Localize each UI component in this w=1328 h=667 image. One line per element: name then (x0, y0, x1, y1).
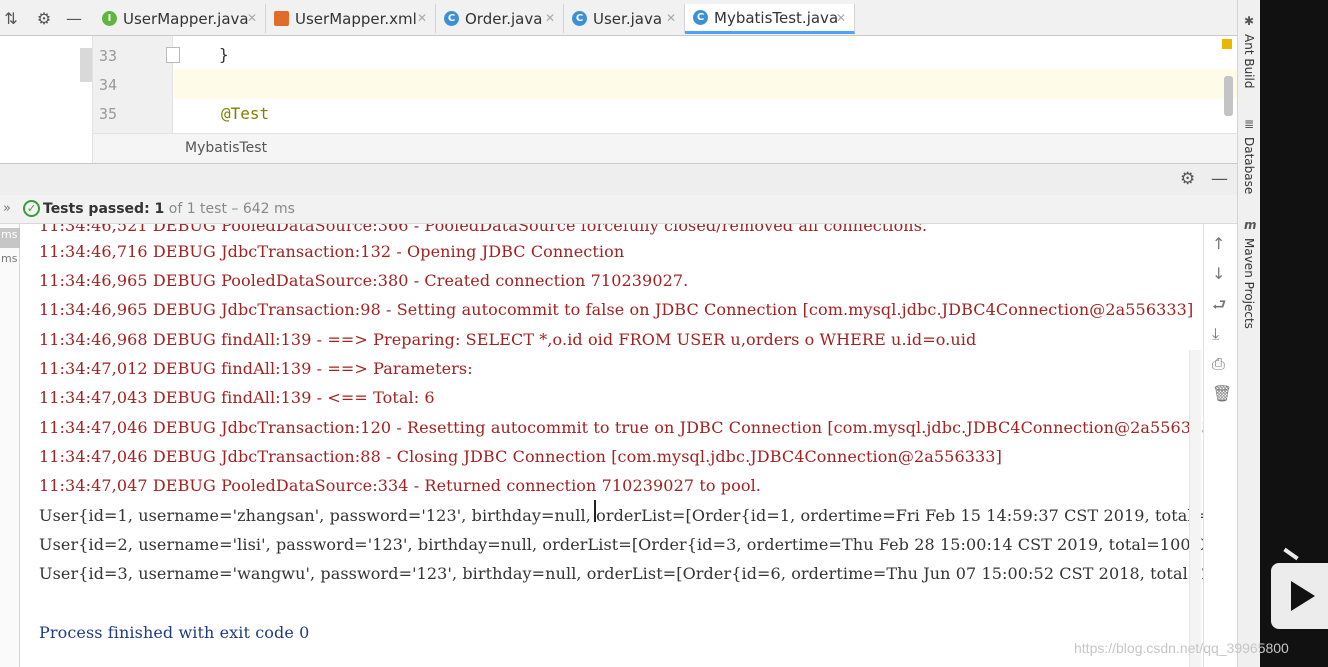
check-icon: ✓ (23, 200, 40, 217)
tab-label: UserMapper.java (123, 9, 249, 28)
close-icon[interactable]: ✕ (417, 11, 427, 25)
ant-icon: ✱ (1244, 14, 1255, 28)
test-tree: ms ms (0, 224, 20, 667)
console-output-line: User{id=3, username='wangwu', password='… (39, 564, 1203, 583)
test-status-text: Tests passed: 1 of 1 test – 642 ms (43, 201, 295, 217)
text-cursor (594, 500, 596, 522)
class-icon: C (444, 11, 459, 26)
status-strong: Tests passed: (43, 201, 155, 217)
console-log-line: 11:34:46,965 DEBUG PooledDataSource:380 … (39, 271, 689, 290)
tab-mybatistest-java[interactable]: C MybatisTest.java ✕ (685, 4, 855, 34)
maven-projects-tab[interactable]: Maven Projects (1242, 238, 1256, 329)
console-log-line: 11:34:47,047 DEBUG PooledDataSource:334 … (39, 476, 761, 495)
warning-marker-icon[interactable] (1222, 39, 1232, 49)
code-editor[interactable]: 33 34 35 } @Test MybatisTest (0, 36, 1237, 163)
console-scrollbar[interactable] (1189, 350, 1201, 667)
tab-order-java[interactable]: C Order.java ✕ (436, 4, 564, 33)
close-icon[interactable]: ✕ (666, 11, 676, 25)
class-icon: C (572, 11, 587, 26)
tab-label: Order.java (465, 9, 543, 28)
interface-icon: I (102, 11, 117, 26)
close-icon[interactable]: ✕ (545, 11, 555, 25)
xml-file-icon (274, 11, 289, 26)
console-log-line: 11:34:47,012 DEBUG findAll:139 - ==> Par… (39, 359, 473, 378)
pane-scroll-thumb[interactable] (80, 48, 92, 82)
breadcrumb: MybatisTest (93, 133, 1237, 163)
status-count: 1 (154, 201, 165, 217)
print-icon[interactable]: ⎙ (1212, 354, 1225, 374)
console-output-line: User{id=1, username='zhangsan', password… (39, 506, 1203, 525)
maven-icon: m (1244, 218, 1257, 232)
close-icon[interactable]: ✕ (836, 11, 846, 25)
test-tree-item[interactable]: ms (0, 252, 20, 272)
console-log-line: 11:34:46,968 DEBUG findAll:139 - ==> Pre… (39, 330, 977, 349)
line-number: 33 (99, 47, 118, 65)
process-exit-line: Process finished with exit code 0 (39, 623, 310, 642)
right-tool-window-strip: ✱ Ant Build ≣ Database m Maven Projects (1237, 0, 1260, 667)
tab-user-java[interactable]: C User.java ✕ (564, 4, 685, 33)
tab-usermapper-java[interactable]: I UserMapper.java ✕ (94, 4, 266, 33)
test-class-icon: C (693, 10, 708, 25)
console-output[interactable]: 11:34:46,521 DEBUG PooledDataSource:366 … (20, 224, 1203, 667)
breadcrumb-item[interactable]: MybatisTest (185, 140, 267, 156)
status-detail: of 1 test – 642 ms (164, 201, 295, 217)
code-line: } (219, 45, 229, 64)
arrow-down-icon[interactable]: ↓ (1212, 264, 1225, 283)
play-button[interactable] (1271, 563, 1328, 629)
tab-label: UserMapper.xml (295, 9, 417, 28)
console-log-line: 11:34:46,521 DEBUG PooledDataSource:366 … (39, 224, 928, 235)
console-log-line: 11:34:46,716 DEBUG JdbcTransaction:132 -… (39, 242, 625, 261)
gear-icon[interactable]: ⚙ (33, 6, 55, 30)
test-tree-item[interactable]: ms (0, 228, 20, 248)
tab-usermapper-xml[interactable]: UserMapper.xml ✕ (266, 4, 436, 33)
console-log-line: 11:34:47,046 DEBUG JdbcTransaction:120 -… (39, 418, 1203, 437)
soft-wrap-icon[interactable]: ⮐ (1212, 294, 1226, 321)
console-toolbar: ↑ ↓ ⮐ ⤓ ⎙ 🗑 (1203, 224, 1237, 667)
minimize-icon[interactable]: — (1211, 169, 1228, 189)
expand-icon[interactable]: » (3, 201, 11, 216)
database-tab[interactable]: Database (1242, 137, 1256, 194)
test-status-bar: » ✓ Tests passed: 1 of 1 test – 642 ms (0, 195, 1237, 224)
collapse-icon[interactable]: ⇅ (0, 6, 22, 30)
tab-label: User.java (593, 9, 663, 28)
tab-label: MybatisTest.java (714, 8, 839, 27)
console-output-line: User{id=2, username='lisi', password='12… (39, 535, 1203, 554)
gear-icon[interactable]: ⚙ (1180, 169, 1195, 189)
watermark: https://blog.csdn.net/qq_39965800 (1074, 640, 1289, 656)
code-line-annotation: @Test (221, 104, 270, 123)
database-icon: ≣ (1244, 117, 1255, 131)
line-number-gutter: 33 34 35 (93, 36, 180, 133)
console-log-line: 11:34:47,043 DEBUG findAll:139 - <== Tot… (39, 388, 435, 407)
play-icon (1291, 581, 1315, 611)
close-icon[interactable]: ✕ (247, 11, 257, 25)
trash-icon[interactable]: 🗑 (1212, 384, 1232, 403)
fold-marker-icon[interactable] (166, 47, 180, 63)
arrow-up-icon[interactable]: ↑ (1212, 234, 1225, 253)
editor-scrollbar[interactable] (1224, 76, 1233, 116)
run-panel-header: ⚙ — (0, 163, 1237, 195)
ant-build-tab[interactable]: Ant Build (1242, 34, 1256, 88)
console-log-line: 11:34:46,965 DEBUG JdbcTransaction:98 - … (39, 300, 1194, 319)
line-number: 35 (99, 105, 118, 123)
scroll-to-end-icon[interactable]: ⤓ (1212, 324, 1219, 344)
console-log-line: 11:34:47,046 DEBUG JdbcTransaction:88 - … (39, 447, 1002, 466)
editor-tab-bar: ⇅ ⚙ — I UserMapper.java ✕ UserMapper.xml… (0, 0, 1237, 36)
current-line-highlight (174, 69, 1237, 99)
minimize-icon[interactable]: — (63, 6, 85, 30)
line-number: 34 (99, 76, 118, 94)
